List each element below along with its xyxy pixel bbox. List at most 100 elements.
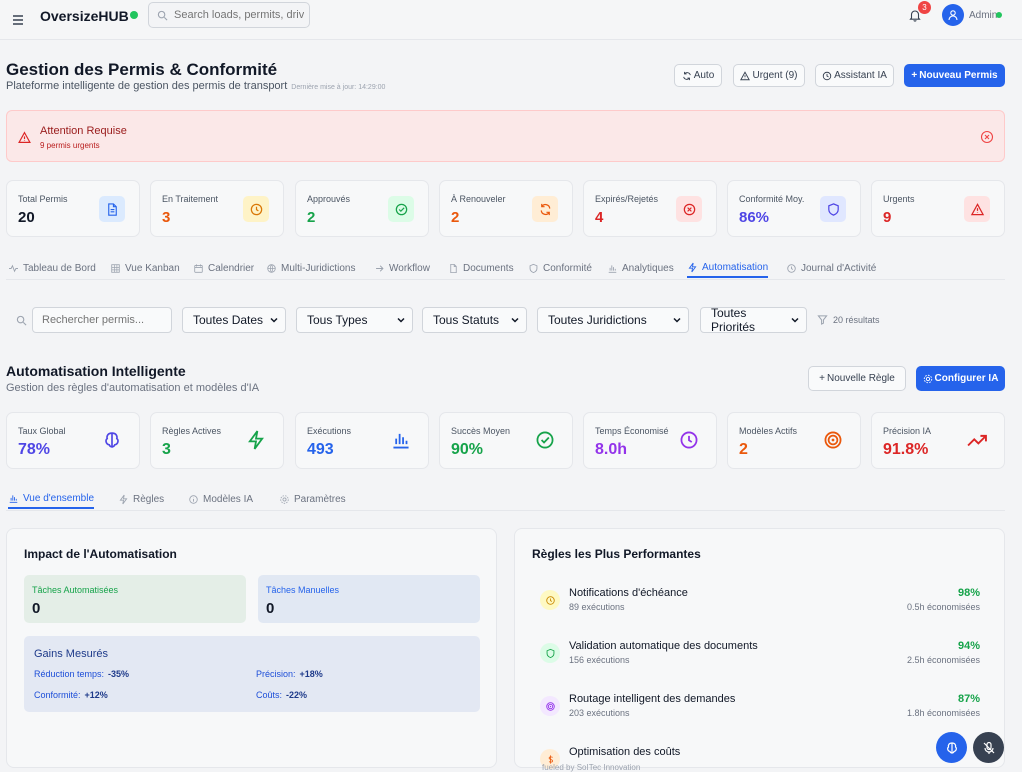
rule-time-saved: 1.8h économisées xyxy=(906,708,980,718)
clock-icon xyxy=(243,196,269,222)
new-rule-button[interactable]: + Nouvelle Règle xyxy=(808,366,906,391)
automated-tasks-box: Tâches Automatisées 0 xyxy=(24,575,246,623)
footer-text: fueled by SoITec Innovation xyxy=(542,763,641,772)
tab-conformite[interactable]: Conformité xyxy=(528,258,592,278)
filter-icon xyxy=(817,314,828,325)
refresh-icon xyxy=(682,71,692,81)
metric-value: 3 xyxy=(162,441,171,458)
subtabs-divider xyxy=(6,510,1005,511)
tab-documents[interactable]: Documents xyxy=(448,258,514,278)
subtab-label: Paramètres xyxy=(294,493,346,505)
menu-icon[interactable] xyxy=(10,12,26,28)
gain-value: -35% xyxy=(108,669,130,679)
gain-label: Précision: xyxy=(256,669,296,679)
brain-icon xyxy=(99,427,125,453)
stat-card[interactable]: En Traitement 3 xyxy=(150,180,284,237)
chevron-down-icon xyxy=(672,315,682,325)
warning-icon xyxy=(740,70,751,81)
rule-row[interactable]: Validation automatique des documents 156 … xyxy=(538,637,988,677)
metric-card[interactable]: Exécutions 493 xyxy=(295,412,429,469)
statuts-select[interactable]: Tous Statuts xyxy=(422,307,527,333)
user-name[interactable]: Admin xyxy=(969,10,997,21)
permit-search-input[interactable] xyxy=(32,307,172,333)
assistant-button[interactable]: Assistant IA xyxy=(815,64,894,87)
refresh-icon xyxy=(532,196,558,222)
rule-row[interactable]: Routage intelligent des demandes 203 exéc… xyxy=(538,690,988,730)
metric-card[interactable]: Taux Global 78% xyxy=(6,412,140,469)
page-subtitle: Plateforme intelligente de gestion des p… xyxy=(6,80,385,92)
metric-card[interactable]: Temps Économisé 8.0h xyxy=(583,412,717,469)
priorites-select[interactable]: Toutes Priorités xyxy=(700,306,807,334)
global-search-input[interactable] xyxy=(174,9,304,21)
rule-row[interactable]: Notifications d'échéance 89 exécutions 98%… xyxy=(538,584,988,624)
new-permit-button[interactable]: + Nouveau Permis xyxy=(904,64,1005,87)
ai-brain-fab[interactable] xyxy=(936,732,967,763)
status-dot xyxy=(130,11,138,19)
tab-journal-d-activite[interactable]: Journal d'Activité xyxy=(786,258,876,278)
subtab-ai-models[interactable]: Modèles IA xyxy=(188,489,253,509)
gain-label: Coûts: xyxy=(256,690,283,700)
target-icon xyxy=(540,696,560,716)
gear-icon xyxy=(279,494,290,505)
stat-card[interactable]: Total Permis 20 xyxy=(6,180,140,237)
bar-chart-icon xyxy=(8,493,19,504)
metric-card[interactable]: Précision IA 91.8% xyxy=(871,412,1005,469)
configure-ai-button[interactable]: Configurer IA xyxy=(916,366,1005,391)
rule-success-rate: 94% xyxy=(957,640,980,652)
tab-automatisation[interactable]: Automatisation xyxy=(687,258,769,278)
stat-card[interactable]: À Renouveler 2 xyxy=(439,180,573,237)
page-title: Gestion des Permis & Conformité xyxy=(6,60,278,79)
subtab-settings[interactable]: Paramètres xyxy=(279,489,346,509)
juridictions-select[interactable]: Toutes Juridictions xyxy=(537,307,689,333)
auto-button[interactable]: Auto xyxy=(674,64,722,87)
tab-label: Analytiques xyxy=(622,262,674,274)
rule-name: Optimisation des coûts xyxy=(569,746,681,758)
stat-label: Total Permis xyxy=(18,194,68,204)
chevron-down-icon xyxy=(790,315,800,325)
stat-card[interactable]: Expirés/Rejetés 4 xyxy=(583,180,717,237)
close-icon[interactable] xyxy=(980,130,994,144)
types-select[interactable]: Tous Types xyxy=(296,307,413,333)
stat-label: Conformité Moy. xyxy=(739,194,805,204)
section-title: Automatisation Intelligente xyxy=(6,363,186,379)
tab-calendrier[interactable]: Calendrier xyxy=(193,258,254,278)
new-permit-label: Nouveau Permis xyxy=(919,70,998,81)
tab-tableau-de-bord[interactable]: Tableau de Bord xyxy=(8,258,96,278)
plus-icon: + xyxy=(911,70,918,81)
stat-card[interactable]: Conformité Moy. 86% xyxy=(727,180,861,237)
tab-analytiques[interactable]: Analytiques xyxy=(607,258,674,278)
globe-icon xyxy=(266,263,277,274)
urgent-button[interactable]: Urgent (9) xyxy=(733,64,805,87)
rule-success-rate: 98% xyxy=(957,587,980,599)
metric-card[interactable]: Succès Moyen 90% xyxy=(439,412,573,469)
tab-workflow[interactable]: Workflow xyxy=(374,258,430,278)
stat-card[interactable]: Approuvés 2 xyxy=(295,180,429,237)
shield-icon xyxy=(540,643,560,663)
mic-off-fab[interactable] xyxy=(973,732,1004,763)
tab-multi-juridictions[interactable]: Multi-Juridictions xyxy=(266,258,355,278)
last-update: Dernière mise à jour: 14:29:00 xyxy=(291,84,386,91)
dates-select[interactable]: Toutes Dates xyxy=(182,307,286,333)
stat-value: 4 xyxy=(595,209,604,226)
auto-label: Auto xyxy=(693,70,715,81)
metric-label: Exécutions xyxy=(307,426,352,436)
gain-value: +12% xyxy=(84,690,108,700)
x-circle-icon xyxy=(676,196,702,222)
metric-label: Modèles Actifs xyxy=(739,426,798,436)
brand-name[interactable]: OversizeHUB xyxy=(40,8,129,24)
metric-card[interactable]: Règles Actives 3 xyxy=(150,412,284,469)
subtab-rules[interactable]: Règles xyxy=(118,489,164,509)
tab-vue-kanban[interactable]: Vue Kanban xyxy=(110,258,180,278)
metric-card[interactable]: Modèles Actifs 2 xyxy=(727,412,861,469)
rule-success-rate: 87% xyxy=(957,693,980,705)
global-search[interactable] xyxy=(148,2,310,28)
subtab-overview[interactable]: Vue d'ensemble xyxy=(8,489,95,509)
avatar[interactable] xyxy=(942,4,964,26)
stat-card[interactable]: Urgents 9 xyxy=(871,180,1005,237)
section-subtitle: Gestion des règles d'automatisation et m… xyxy=(6,382,260,394)
types-value: Tous Types xyxy=(307,313,368,327)
chevron-down-icon xyxy=(396,315,406,325)
tab-label: Tableau de Bord xyxy=(23,262,96,274)
bar-chart-icon xyxy=(388,427,414,453)
calendar-icon xyxy=(193,263,204,274)
